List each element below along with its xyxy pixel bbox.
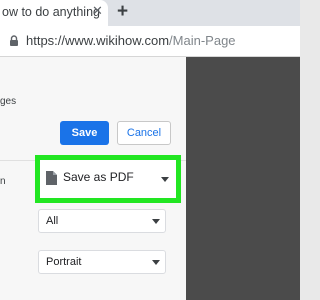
url-host: https://www.wikihow.com (26, 33, 170, 48)
destination-value: Save as PDF (63, 170, 134, 184)
destination-label: n (0, 176, 6, 187)
lock-icon (10, 35, 18, 46)
layout-select[interactable]: Portrait (38, 250, 166, 274)
url-text[interactable]: https://www.wikihow.com/Main-Page (26, 33, 236, 48)
close-icon[interactable]: ✕ (92, 3, 103, 19)
pages-value: All (46, 215, 59, 227)
tab-wikihow[interactable]: ow to do anything ✕ (0, 0, 108, 26)
tab-title: ow to do anything (2, 5, 100, 19)
print-preview-area (186, 57, 300, 300)
new-tab-button[interactable]: + (117, 1, 128, 23)
tab-bar: ow to do anything ✕ + (0, 0, 300, 26)
url-path: /Main-Page (169, 33, 236, 48)
save-button[interactable]: Save (60, 121, 109, 145)
layout-value: Portrait (46, 256, 82, 268)
document-icon (46, 171, 57, 185)
destination-select[interactable]: Save as PDF (35, 155, 181, 203)
print-settings-panel: ges Save Cancel n Save as PDF All Portra… (0, 57, 186, 300)
pages-select[interactable]: All (38, 209, 166, 233)
chevron-down-icon (161, 177, 169, 182)
chevron-down-icon (152, 219, 160, 224)
pages-label: ges (0, 96, 17, 107)
cancel-button[interactable]: Cancel (117, 121, 171, 145)
chevron-down-icon (152, 260, 160, 265)
address-bar[interactable]: https://www.wikihow.com/Main-Page (0, 26, 300, 57)
